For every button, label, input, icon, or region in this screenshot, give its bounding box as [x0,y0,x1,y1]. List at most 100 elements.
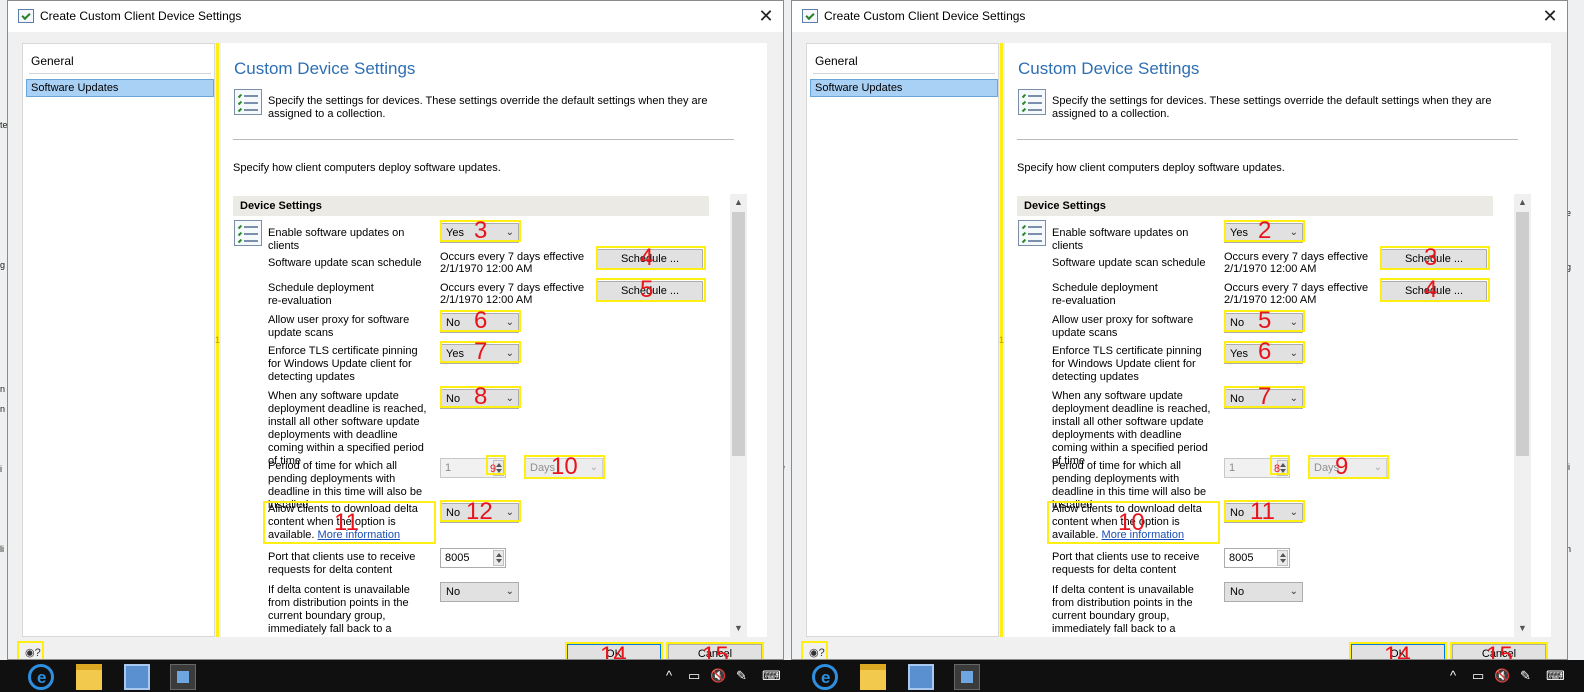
volume-icon[interactable]: 🔇 [1494,668,1510,684]
tray-chevron-icon[interactable]: ^ [1450,668,1456,683]
delta-port-label: Port that clients use to receive request… [268,551,416,576]
info-text: Specify the settings for devices. These … [1052,95,1492,120]
network-icon[interactable]: ▭ [1472,668,1484,684]
deadline-dropdown[interactable]: No ⌄ [1224,389,1303,409]
scroll-thumb[interactable] [1516,212,1529,456]
scroll-down-icon[interactable]: ▼ [1514,620,1531,637]
cancel-button[interactable]: Cancel [1452,644,1546,659]
fallback-label: If delta content is unavailable from dis… [1052,584,1194,637]
taskbar: e e ^ ▭ 🔇 ✎ ⌨ ^ ▭ 🔇 ✎ ⌨ [0,660,1584,692]
deadline-label: When any software update deployment dead… [268,390,427,467]
chevron-down-icon: ⌄ [505,507,514,518]
settings-icon [234,220,262,246]
more-information-link[interactable]: More information [1102,529,1185,541]
chevron-down-icon: ⌄ [505,586,514,597]
background-text: i [0,464,2,474]
help-button[interactable]: ◉? [805,643,825,659]
pen-icon[interactable]: ✎ [1520,668,1531,684]
pen-icon[interactable]: ✎ [736,668,747,684]
config-manager-icon[interactable] [170,664,196,690]
reevaluation-button[interactable]: Schedule ... [1381,281,1487,301]
network-icon[interactable]: ▭ [688,668,700,684]
nav-item-software-updates[interactable]: Software Updates [26,79,214,97]
close-button[interactable]: ✕ [753,5,779,27]
splitter-label: 1 [999,335,1005,345]
config-manager-icon[interactable] [954,664,980,690]
cancel-button[interactable]: Cancel [668,644,762,659]
keyboard-icon[interactable]: ⌨ [1546,668,1565,684]
nav-item-general[interactable]: General [815,54,858,68]
delta-content-dropdown[interactable]: No ⌄ [440,503,519,523]
chevron-down-icon: ⌄ [505,317,514,328]
chevron-down-icon: ⌄ [1289,507,1298,518]
period-stepper[interactable]: 1 [440,458,506,478]
stepper-arrows-icon[interactable] [1277,550,1288,566]
delta-port-stepper[interactable]: 8005 [1224,548,1290,568]
server-manager-icon[interactable] [124,664,150,690]
dropdown-value: No [446,507,461,519]
ie-icon[interactable]: e [812,664,838,690]
settings-list: Device Settings Enable software updates … [233,196,749,637]
scroll-up-icon[interactable]: ▲ [1514,194,1531,211]
vertical-scrollbar[interactable]: ▲ ▼ [1514,194,1531,637]
fallback-dropdown[interactable]: No ⌄ [1224,582,1303,602]
close-button[interactable]: ✕ [1537,5,1563,27]
reevaluation-button[interactable]: Schedule ... [597,281,703,301]
dialog-title: Create Custom Client Device Settings [824,9,1026,23]
delta-port-stepper[interactable]: 8005 [440,548,506,568]
background-text: g [0,260,6,270]
enable-updates-dropdown[interactable]: Yes ⌄ [1224,223,1303,243]
deadline-dropdown[interactable]: No ⌄ [440,389,519,409]
tls-pinning-dropdown[interactable]: Yes ⌄ [440,344,519,364]
user-proxy-dropdown[interactable]: No ⌄ [440,313,519,333]
stepper-value: 8005 [445,552,470,564]
reevaluation-value: Occurs every 7 days effective 2/1/1970 1… [1224,282,1369,306]
enable-updates-label: Enable software updates on clients [268,227,405,252]
dialog-2: Create Custom Client Device Settings ✕ G… [791,0,1568,660]
period-unit-dropdown[interactable]: Days ⌄ [1308,458,1387,478]
fallback-dropdown[interactable]: No ⌄ [440,582,519,602]
user-proxy-dropdown[interactable]: No ⌄ [1224,313,1303,333]
user-proxy-label: Allow user proxy for software update sca… [268,314,410,339]
help-button[interactable]: ◉? [21,643,41,659]
stepper-value: 8005 [1229,552,1254,564]
settings-icon [234,89,262,115]
vertical-scrollbar[interactable]: ▲ ▼ [730,194,747,637]
file-explorer-icon[interactable] [76,664,102,690]
delta-content-dropdown[interactable]: No ⌄ [1224,503,1303,523]
enable-updates-dropdown[interactable]: Yes ⌄ [440,223,519,243]
background-window-strip-right: e g li n [1566,0,1584,692]
scroll-thumb[interactable] [732,212,745,456]
tray-chevron-icon[interactable]: ^ [666,668,672,683]
stepper-arrows-icon[interactable] [493,460,504,476]
tls-pinning-dropdown[interactable]: Yes ⌄ [1224,344,1303,364]
file-explorer-icon[interactable] [860,664,886,690]
scroll-down-icon[interactable]: ▼ [730,620,747,637]
scan-schedule-button[interactable]: Schedule ... [1381,249,1487,269]
deadline-label: When any software update deployment dead… [1052,390,1211,467]
user-proxy-label: Allow user proxy for software update sca… [1052,314,1194,339]
section-header: Device Settings [233,196,709,216]
keyboard-icon[interactable]: ⌨ [762,668,781,684]
more-information-link[interactable]: More information [318,529,401,541]
ok-button[interactable]: OK [1351,644,1445,659]
nav-pane: General Software Updates [806,43,999,637]
content-pane: Custom Device Settings Specify the setti… [1005,43,1551,637]
ok-button[interactable]: OK [567,644,661,659]
nav-divider [29,73,211,74]
scroll-up-icon[interactable]: ▲ [730,194,747,211]
ie-icon[interactable]: e [28,664,54,690]
chevron-down-icon: ⌄ [505,348,514,359]
stepper-arrows-icon[interactable] [1277,460,1288,476]
scan-schedule-button[interactable]: Schedule ... [597,249,703,269]
nav-item-general[interactable]: General [31,54,74,68]
stepper-arrows-icon[interactable] [493,550,504,566]
nav-item-software-updates[interactable]: Software Updates [810,79,998,97]
period-stepper[interactable]: 1 [1224,458,1290,478]
server-manager-icon[interactable] [908,664,934,690]
help-icon: ◉? [25,647,41,659]
volume-icon[interactable]: 🔇 [710,668,726,684]
divider [1017,139,1518,140]
delta-content-label: Allow clients to download delta content … [1052,503,1212,542]
period-unit-dropdown[interactable]: Days ⌄ [524,458,603,478]
